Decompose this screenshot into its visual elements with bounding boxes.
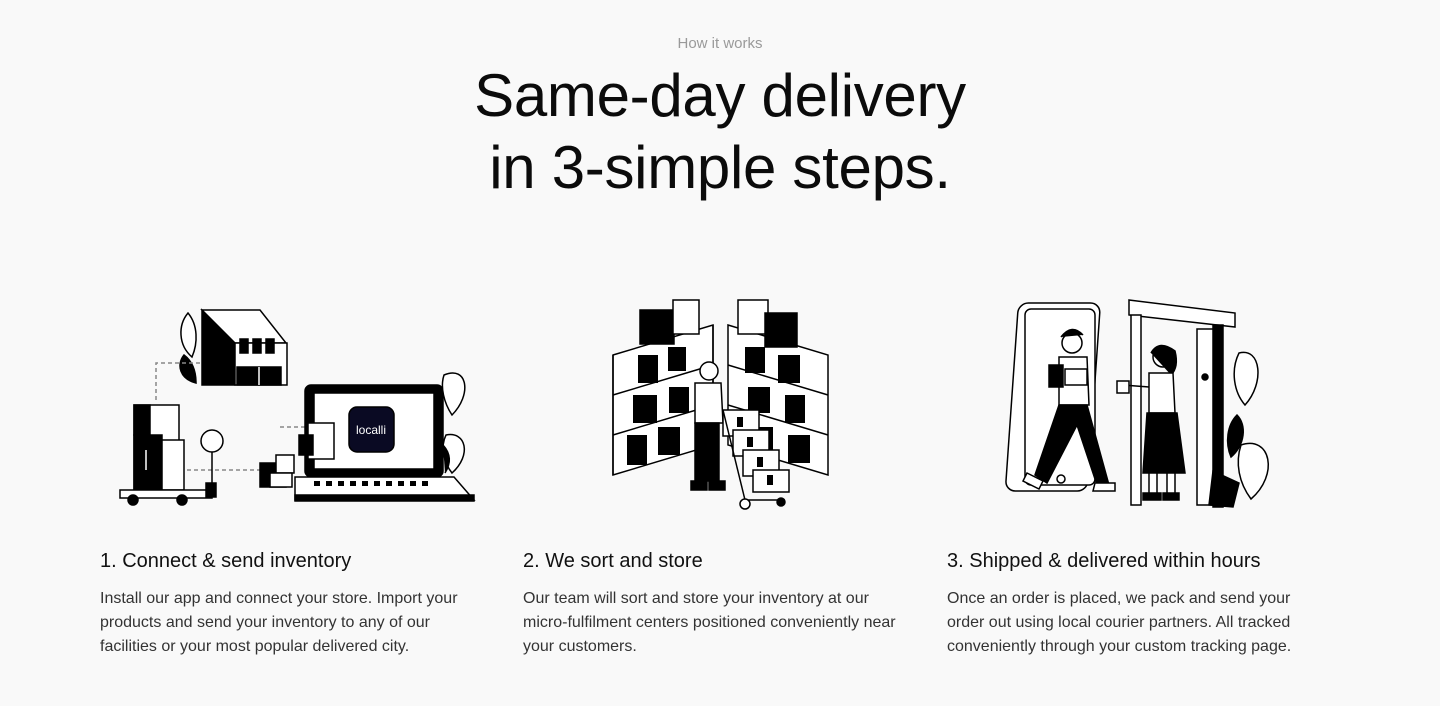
warehouse-shelves-illustration xyxy=(523,295,903,515)
store-laptop-illustration: localli xyxy=(100,295,480,515)
section-headline: Same-day delivery in 3-simple steps. xyxy=(0,60,1440,204)
step-3-title: 3. Shipped & delivered within hours xyxy=(947,550,1261,572)
step-3-description: Once an order is placed, we pack and sen… xyxy=(947,590,1292,655)
courier-delivery-illustration xyxy=(947,295,1327,515)
step-1-title: 1. Connect & send inventory xyxy=(100,550,352,572)
headline-line-1: Same-day delivery xyxy=(474,62,966,129)
headline-line-2: in 3-simple steps. xyxy=(489,134,951,201)
localli-logo-text: localli xyxy=(356,423,386,437)
steps-row: localli 1. Connect & send inventory Inst… xyxy=(0,295,1440,675)
step-2-description: Our team will sort and store your invent… xyxy=(523,590,896,655)
how-it-works-eyebrow: How it works xyxy=(677,35,763,52)
step-2-title: 2. We sort and store xyxy=(523,550,703,572)
step-1-description: Install our app and connect your store. … xyxy=(100,590,458,655)
